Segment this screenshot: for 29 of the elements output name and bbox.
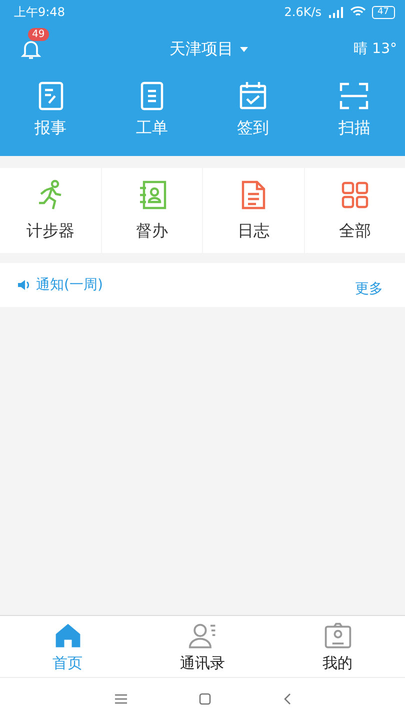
project-selector[interactable]: 天津项目	[170, 38, 248, 60]
module-tile[interactable]: 日志	[203, 168, 304, 253]
tab-item[interactable]: 我的	[270, 616, 405, 677]
wifi-icon	[350, 6, 366, 18]
back-icon[interactable]	[282, 693, 290, 705]
quick-action-button[interactable]: 签到	[202, 74, 304, 156]
caret-icon	[240, 46, 248, 52]
quick-action-button[interactable]: 扫描	[304, 74, 405, 156]
module-tile[interactable]: 计步器	[0, 168, 100, 253]
quick-action-button[interactable]: 报事	[0, 74, 102, 156]
weather-text: 晴 13°	[352, 40, 397, 58]
scan-icon	[338, 80, 370, 112]
module-tile[interactable]: 督办	[102, 168, 202, 253]
status-time: 上午9:48	[14, 4, 65, 20]
menu-icon[interactable]	[114, 694, 126, 704]
more-link[interactable]: 更多	[355, 272, 383, 298]
notification-badge: 49	[28, 28, 49, 41]
speaker-icon	[18, 280, 30, 290]
signal-icon	[328, 6, 344, 18]
home-button-icon[interactable]	[198, 693, 210, 705]
quick-action-button[interactable]: 工单	[101, 74, 202, 156]
tab-item[interactable]: 首页	[0, 616, 135, 677]
module-tile[interactable]: 全部	[304, 168, 405, 253]
network-speed: 2.6K/s	[284, 5, 322, 19]
battery-level: 47	[372, 6, 395, 18]
notice-title[interactable]: 通知(一周)	[36, 276, 103, 294]
notification-bell-icon[interactable]	[20, 38, 42, 60]
tab-item[interactable]: 通讯录	[135, 616, 270, 677]
profile-card-icon	[322, 620, 352, 650]
